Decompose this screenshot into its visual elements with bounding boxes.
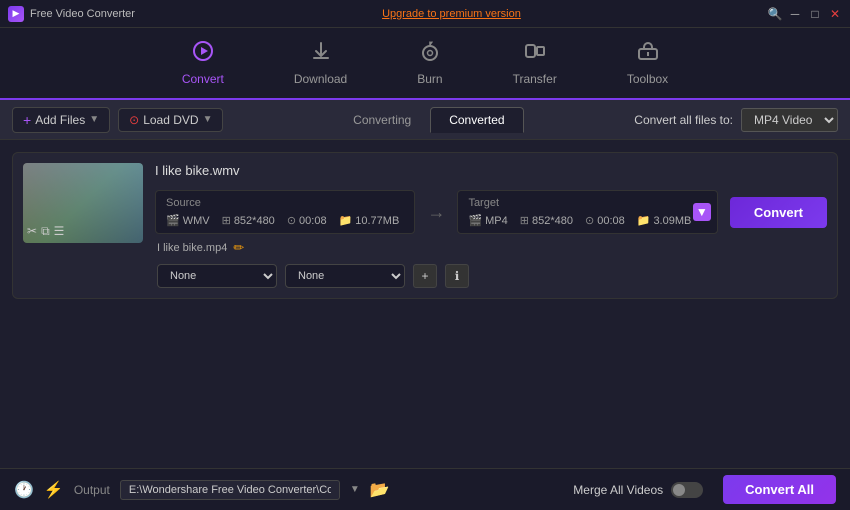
- file-row: ✂ ⧉ ☰ I like bike.wmv Source 🎬 WMV: [12, 152, 838, 299]
- tab-group: Converting Converted: [334, 107, 523, 133]
- source-resolution: ⊞ 852*480: [222, 214, 275, 227]
- load-dvd-button[interactable]: ⊙ Load DVD ▼: [118, 108, 223, 132]
- dvd-icon: ⊙: [129, 113, 139, 127]
- add-files-arrow: ▼: [89, 114, 99, 125]
- source-label: Source: [166, 197, 404, 209]
- tab-converted[interactable]: Converted: [430, 107, 523, 133]
- file-info: I like bike.wmv Source 🎬 WMV ⊞ 852*480: [155, 163, 827, 288]
- source-size: 📁 10.77MB: [339, 214, 400, 227]
- tab-converting[interactable]: Converting: [334, 107, 430, 133]
- target-size: 📁 3.09MB: [637, 214, 692, 227]
- toolbar: + Add Files ▼ ⊙ Load DVD ▼ Converting Co…: [0, 100, 850, 140]
- target-resolution: ⊞ 852*480: [520, 214, 573, 227]
- speed-icon[interactable]: ⚡: [44, 480, 64, 500]
- effect-select-left[interactable]: None: [157, 264, 277, 288]
- title-bar-left: ▶ Free Video Converter: [8, 6, 135, 22]
- title-bar: ▶ Free Video Converter Upgrade to premiu…: [0, 0, 850, 28]
- download-nav-icon: [310, 40, 332, 68]
- toolbox-nav-icon: [637, 40, 659, 68]
- target-format: 🎬 MP4: [468, 214, 507, 227]
- target-box: Target 🎬 MP4 ⊞ 852*480 ⊙ 00:: [457, 190, 717, 234]
- convert-nav-label: Convert: [182, 72, 224, 86]
- upgrade-link[interactable]: Upgrade to premium version: [382, 8, 521, 20]
- format-select[interactable]: MP4 Video: [741, 108, 838, 132]
- cut-icon[interactable]: ✂: [27, 224, 37, 239]
- toolbox-nav-label: Toolbox: [627, 72, 668, 86]
- thumb-controls: ✂ ⧉ ☰: [27, 224, 64, 239]
- source-target-row: Source 🎬 WMV ⊞ 852*480 ⊙ 00:08: [155, 190, 827, 234]
- source-specs: 🎬 WMV ⊞ 852*480 ⊙ 00:08 📁: [166, 214, 404, 227]
- source-filename: I like bike.wmv: [155, 163, 240, 178]
- top-nav: Convert Download Burn Tran: [0, 28, 850, 100]
- list-icon[interactable]: ☰: [54, 224, 65, 239]
- edit-filename-icon[interactable]: ✏: [233, 240, 244, 256]
- target-label: Target: [468, 197, 706, 209]
- nav-transfer[interactable]: Transfer: [503, 34, 567, 92]
- add-files-label: Add Files: [35, 113, 85, 127]
- source-format: 🎬 WMV: [166, 214, 210, 227]
- load-dvd-label: Load DVD: [143, 113, 198, 127]
- effect-select-right[interactable]: None: [285, 264, 405, 288]
- search-button[interactable]: 🔍: [768, 7, 782, 21]
- burn-nav-label: Burn: [417, 72, 442, 86]
- history-icon[interactable]: 🕐: [14, 480, 34, 500]
- video-thumbnail: ✂ ⧉ ☰: [23, 163, 143, 243]
- bottom-bar: 🕐 ⚡ Output ▼ 📂 Merge All Videos Convert …: [0, 468, 850, 510]
- load-dvd-arrow: ▼: [203, 114, 213, 125]
- maximize-button[interactable]: □: [808, 7, 822, 21]
- close-button[interactable]: ✕: [828, 7, 842, 21]
- target-specs: 🎬 MP4 ⊞ 852*480 ⊙ 00:08 📁: [468, 214, 706, 227]
- main-content: ✂ ⧉ ☰ I like bike.wmv Source 🎬 WMV: [0, 140, 850, 468]
- copy-icon[interactable]: ⧉: [41, 224, 50, 239]
- convert-button[interactable]: Convert: [730, 197, 827, 228]
- output-path-input[interactable]: [120, 480, 340, 500]
- output-name-row: I like bike.wmv: [155, 163, 827, 186]
- convert-all-button[interactable]: Convert All: [723, 475, 836, 504]
- output-label: Output: [74, 483, 110, 497]
- arrow-icon: →: [427, 202, 445, 223]
- burn-nav-icon: [419, 40, 441, 68]
- source-box: Source 🎬 WMV ⊞ 852*480 ⊙ 00:08: [155, 190, 415, 234]
- convert-all-files-label: Convert all files to: MP4 Video: [634, 108, 838, 132]
- app-icon: ▶: [8, 6, 24, 22]
- nav-download[interactable]: Download: [284, 34, 357, 92]
- add-effect-button[interactable]: +: [413, 264, 437, 288]
- target-filename: I like bike.mp4: [157, 242, 227, 254]
- expand-target-button[interactable]: ▼: [693, 203, 711, 221]
- merge-toggle[interactable]: [671, 482, 703, 498]
- source-duration: ⊙ 00:08: [287, 214, 327, 227]
- transfer-nav-icon: [524, 40, 546, 68]
- folder-icon[interactable]: 📂: [370, 480, 390, 500]
- dropdowns-row: None None + ℹ: [155, 264, 827, 288]
- add-files-button[interactable]: + Add Files ▼: [12, 107, 110, 133]
- info-button[interactable]: ℹ: [445, 264, 469, 288]
- target-duration: ⊙ 00:08: [585, 214, 625, 227]
- nav-convert[interactable]: Convert: [172, 34, 234, 92]
- minimize-button[interactable]: ─: [788, 7, 802, 21]
- output-path-arrow[interactable]: ▼: [350, 484, 360, 495]
- nav-toolbox[interactable]: Toolbox: [617, 34, 678, 92]
- title-bar-controls: 🔍 ─ □ ✕: [768, 7, 842, 21]
- plus-icon: +: [23, 112, 31, 128]
- transfer-nav-label: Transfer: [513, 72, 557, 86]
- app-title: Free Video Converter: [30, 8, 135, 20]
- target-name-row: I like bike.mp4 ✏: [155, 240, 827, 256]
- convert-nav-icon: [192, 40, 214, 68]
- merge-label: Merge All Videos: [573, 482, 703, 498]
- download-nav-label: Download: [294, 72, 347, 86]
- nav-burn[interactable]: Burn: [407, 34, 452, 92]
